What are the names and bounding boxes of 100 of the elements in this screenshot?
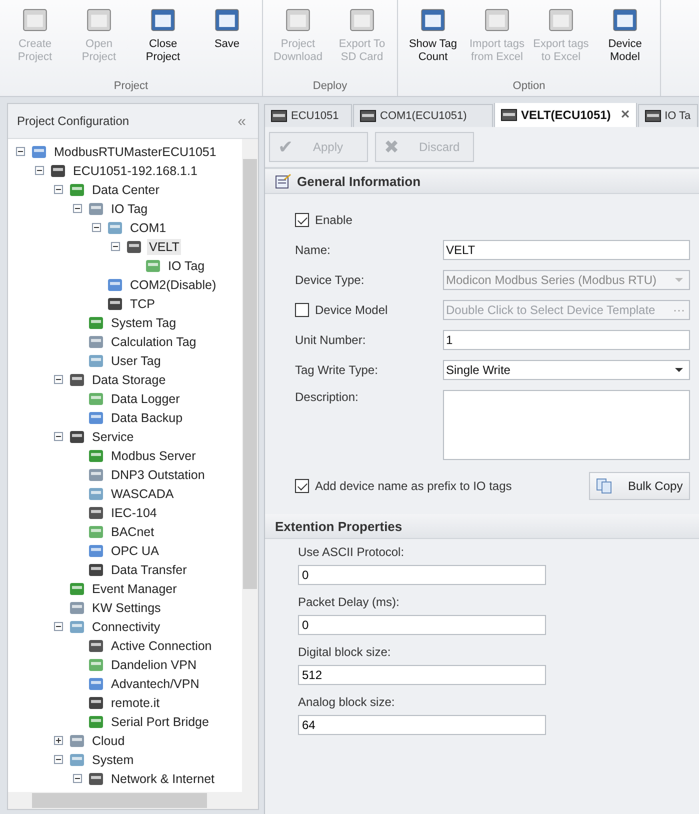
toolbar-icon bbox=[21, 6, 49, 34]
input-field[interactable]: 512 bbox=[298, 665, 546, 685]
expander-icon[interactable] bbox=[73, 204, 82, 213]
node-icon bbox=[69, 752, 85, 768]
tree-item[interactable]: System Tag bbox=[109, 314, 178, 330]
close-button[interactable]: × bbox=[620, 106, 630, 123]
tree-item[interactable]: Service bbox=[90, 428, 136, 444]
tree-item[interactable]: Cloud bbox=[90, 732, 127, 748]
expander-icon[interactable] bbox=[111, 242, 120, 251]
node-icon bbox=[107, 220, 123, 236]
tree-item[interactable]: OPC UA bbox=[109, 542, 161, 558]
ribbon-button[interactable]: Close Project bbox=[132, 0, 194, 78]
expander-icon[interactable] bbox=[16, 147, 25, 156]
panel-title: Project Configuration bbox=[17, 114, 130, 128]
tree-item[interactable]: remote.it bbox=[109, 694, 162, 710]
tree-item[interactable]: TCP bbox=[128, 296, 157, 312]
node-icon bbox=[88, 314, 104, 330]
expander-icon[interactable] bbox=[54, 622, 63, 631]
tree-item[interactable]: Serial Port Bridge bbox=[109, 714, 211, 730]
tree-item[interactable]: Dandelion VPN bbox=[109, 656, 198, 672]
tree-item[interactable]: BACnet bbox=[109, 524, 156, 540]
toolbar-icon bbox=[419, 6, 447, 34]
tab[interactable]: ECU1051 bbox=[264, 104, 352, 127]
node-icon bbox=[69, 372, 85, 388]
tree-item[interactable]: Calculation Tag bbox=[109, 334, 198, 350]
tree-item[interactable]: IO Tag bbox=[109, 200, 150, 216]
tree-item[interactable]: DNP3 Outstation bbox=[109, 466, 207, 482]
field-label: Digital block size: bbox=[298, 645, 392, 659]
tree-item[interactable]: IEC-104 bbox=[109, 504, 159, 520]
toolbar-icon bbox=[149, 6, 177, 34]
node-icon bbox=[88, 694, 104, 710]
description-field[interactable] bbox=[443, 390, 690, 460]
ribbon-button[interactable]: Device Model bbox=[594, 0, 656, 78]
node-icon bbox=[88, 448, 104, 464]
ribbon-button[interactable]: Show Tag Count bbox=[402, 0, 464, 78]
field-label: Use ASCII Protocol: bbox=[298, 545, 406, 559]
section-header: Extention Properties bbox=[265, 514, 699, 539]
tree-item[interactable]: User Tag bbox=[109, 352, 163, 368]
tree-item[interactable]: Network & Internet bbox=[109, 770, 217, 786]
checkbox[interactable] bbox=[295, 213, 309, 227]
expander-icon[interactable] bbox=[54, 432, 63, 441]
node-icon bbox=[88, 504, 104, 520]
tree-item[interactable]: COM2(Disable) bbox=[128, 276, 218, 292]
expander-icon[interactable] bbox=[54, 185, 63, 194]
node-icon bbox=[69, 600, 85, 616]
tree-item[interactable]: KW Settings bbox=[90, 600, 163, 616]
tree-item[interactable]: Event Manager bbox=[90, 580, 179, 596]
tree-item[interactable]: IO Tag bbox=[166, 258, 207, 274]
tree-item[interactable]: Connectivity bbox=[90, 618, 162, 634]
tab[interactable]: IO Ta bbox=[638, 104, 698, 127]
node-icon bbox=[88, 390, 104, 406]
group-label: Deploy bbox=[312, 79, 348, 94]
node-icon bbox=[88, 638, 104, 654]
ribbon-button[interactable]: Save bbox=[196, 0, 258, 78]
tree-item[interactable]: Data Backup bbox=[109, 410, 185, 426]
expander-icon[interactable] bbox=[73, 774, 82, 783]
node-icon bbox=[88, 200, 104, 216]
tree-item[interactable]: Data Center bbox=[90, 182, 162, 198]
toolbar-icon bbox=[483, 6, 511, 34]
checkbox-label: Device Model bbox=[315, 303, 388, 317]
tree-item[interactable]: Modbus Server bbox=[109, 448, 198, 464]
node-icon bbox=[145, 258, 161, 274]
input-field[interactable]: 1 bbox=[443, 330, 690, 350]
input-field[interactable]: VELT bbox=[443, 240, 690, 260]
expander-icon[interactable] bbox=[54, 375, 63, 384]
horizontal-scrollbar[interactable] bbox=[8, 792, 258, 809]
tree-item[interactable]: ModbusRTUMasterECU1051 bbox=[52, 144, 218, 160]
checkbox[interactable] bbox=[295, 303, 309, 317]
bulk-copy-button[interactable]: Bulk Copy bbox=[589, 472, 690, 500]
tree-item[interactable]: COM1 bbox=[128, 220, 168, 236]
tree-item[interactable]: Active Connection bbox=[109, 638, 214, 654]
tree-item[interactable]: WASCADA bbox=[109, 486, 176, 502]
tree-item[interactable]: VELT bbox=[147, 238, 182, 254]
node-icon bbox=[126, 238, 142, 254]
checkbox[interactable] bbox=[295, 479, 309, 493]
expander-icon[interactable] bbox=[54, 755, 63, 764]
expander-icon[interactable] bbox=[92, 223, 101, 232]
field-label: Unit Number: bbox=[295, 333, 366, 347]
tree-item[interactable]: System bbox=[90, 752, 136, 768]
node-icon bbox=[88, 334, 104, 350]
expander-icon[interactable] bbox=[54, 736, 63, 745]
dropdown[interactable]: Single Write bbox=[443, 360, 690, 380]
expander-icon[interactable] bbox=[35, 166, 44, 175]
vertical-scrollbar[interactable] bbox=[242, 139, 258, 792]
input-field[interactable]: 64 bbox=[298, 715, 546, 735]
tree-item[interactable]: ECU1051-192.168.1.1 bbox=[71, 162, 200, 178]
field-label: Device Type: bbox=[295, 273, 364, 287]
tree-item[interactable]: Data Transfer bbox=[109, 562, 189, 578]
group-label: Project bbox=[112, 79, 150, 94]
field-label: Description: bbox=[295, 390, 358, 404]
input-field[interactable]: 0 bbox=[298, 615, 546, 635]
tree-item[interactable]: Data Storage bbox=[90, 372, 168, 388]
checkbox-label: Enable bbox=[315, 213, 352, 227]
tree-item[interactable]: Data Logger bbox=[109, 390, 182, 406]
tree-item[interactable]: Advantech/VPN bbox=[109, 676, 202, 692]
input-field[interactable]: 0 bbox=[298, 565, 546, 585]
tab[interactable]: VELT(ECU1051) × bbox=[494, 103, 637, 127]
tab[interactable]: COM1(ECU1051) bbox=[353, 104, 493, 127]
node-icon bbox=[88, 486, 104, 502]
field-label: Analog block size: bbox=[298, 695, 396, 709]
